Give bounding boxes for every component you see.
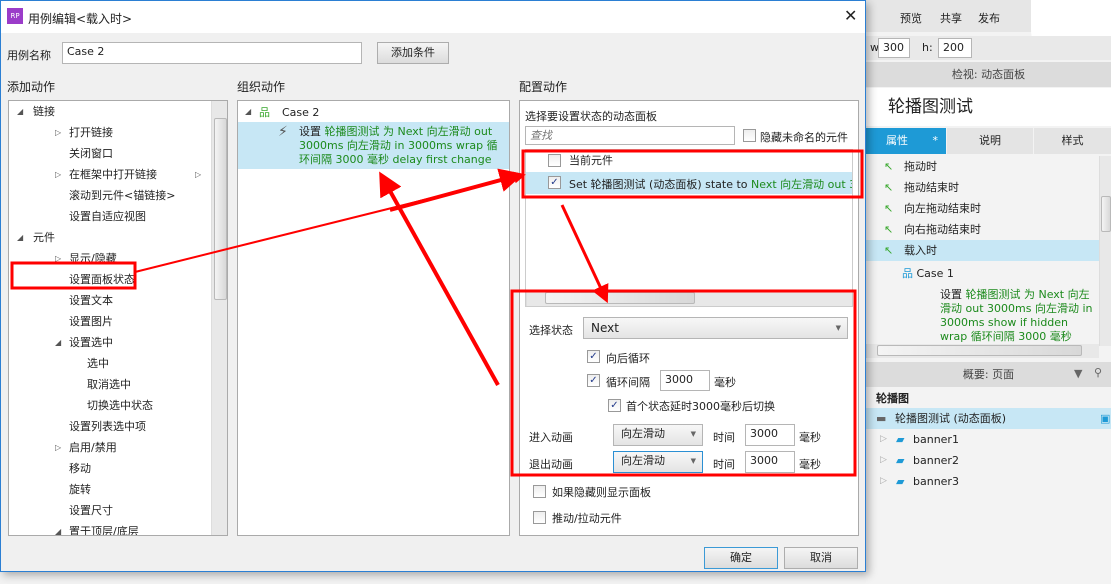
annotation-arrow: [560, 204, 609, 304]
annotation-arrow: [379, 171, 500, 386]
annotation-arrow: [389, 168, 524, 212]
highlight-box-panel-row: [521, 149, 864, 199]
highlight-box-state-settings: [510, 289, 857, 477]
highlight-box-set-panel-state: [10, 261, 137, 290]
annotation-overlay: [10, 149, 864, 477]
